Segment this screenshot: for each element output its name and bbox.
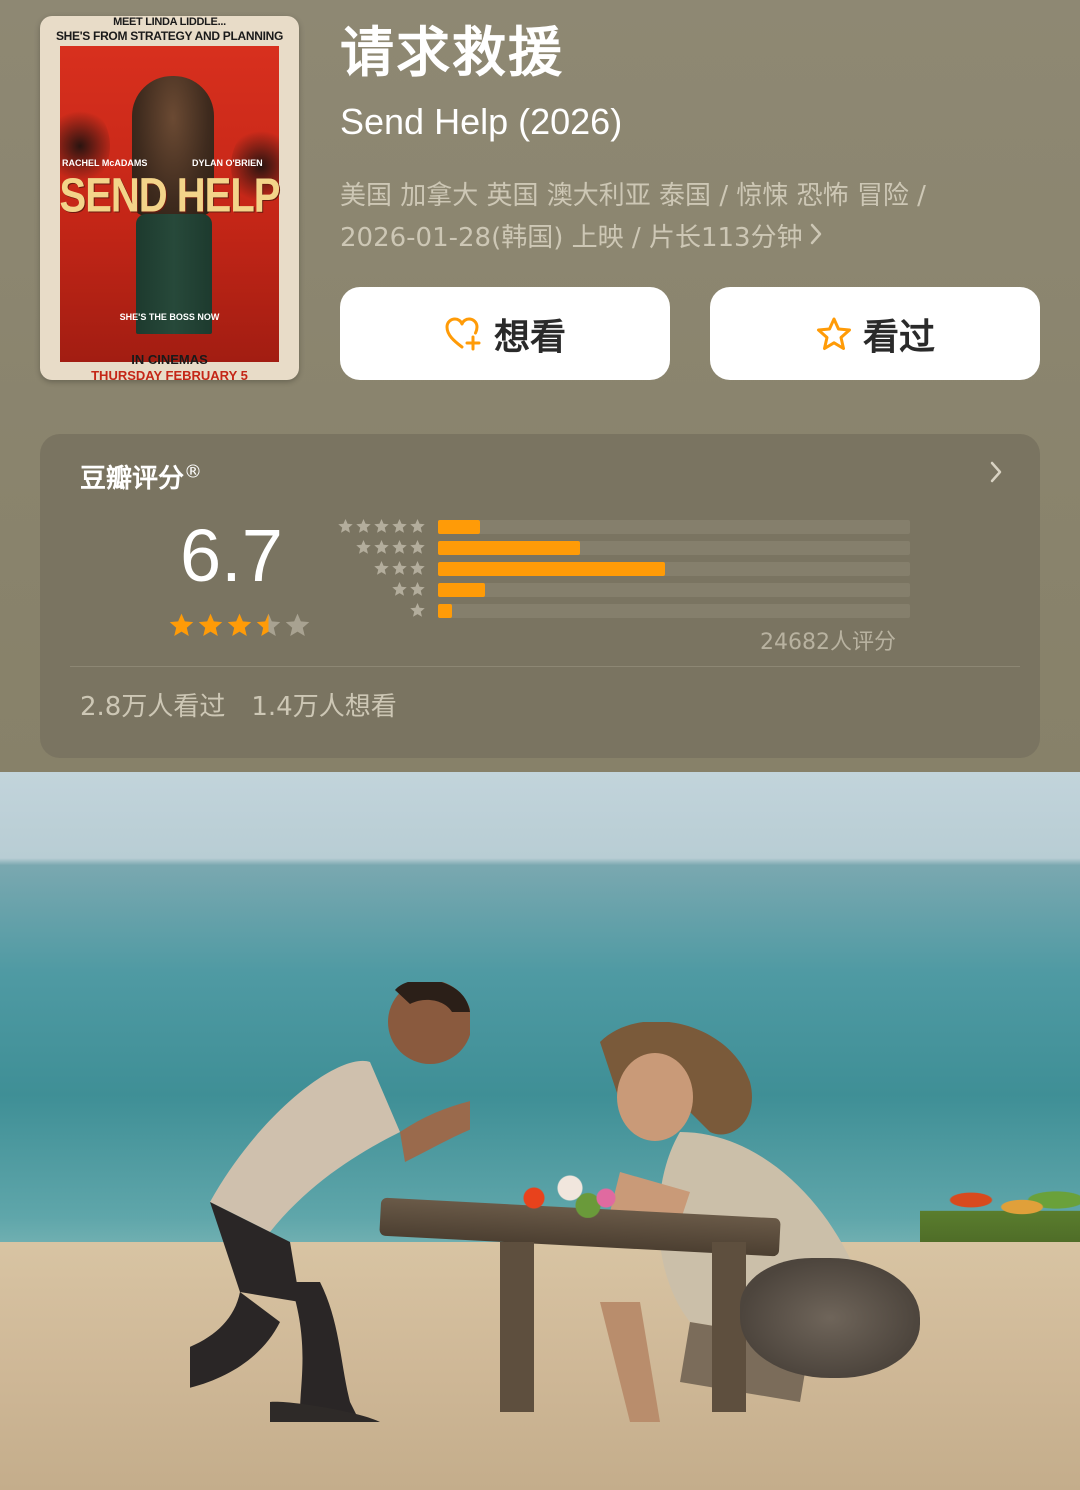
star-small-icon bbox=[392, 539, 407, 554]
rating-bar-track bbox=[438, 604, 910, 618]
star-filled-icon bbox=[169, 613, 194, 637]
watched-count[interactable]: 2.8万人看过 bbox=[80, 686, 225, 723]
want-count[interactable]: 1.4万人想看 bbox=[251, 686, 396, 723]
mini-stars bbox=[409, 602, 426, 618]
log-seat bbox=[740, 1258, 920, 1378]
poster-release-line-2: THURSDAY FEBRUARY 5 bbox=[91, 368, 248, 380]
audience-stats: 2.8万人看过 1.4万人想看 bbox=[80, 686, 397, 723]
rating-stars bbox=[168, 612, 311, 638]
rating-bar-fill bbox=[438, 583, 485, 597]
mini-stars bbox=[355, 539, 426, 555]
star-small-icon bbox=[374, 539, 389, 554]
star-small-icon bbox=[410, 518, 425, 533]
rating-row-2-star bbox=[332, 581, 912, 597]
poster-actor-1: RACHEL McADAMS bbox=[62, 158, 148, 168]
movie-title-cn: 请求救援 bbox=[340, 21, 564, 84]
rating-bar-track bbox=[438, 583, 910, 597]
movie-title-en: Send Help (2026) bbox=[340, 101, 623, 142]
want-to-watch-label: 想看 bbox=[493, 316, 566, 358]
star-half-icon bbox=[256, 613, 281, 637]
star-empty-icon bbox=[285, 613, 310, 637]
rating-bar-fill bbox=[438, 604, 452, 618]
star-small-icon bbox=[338, 518, 353, 533]
douban-rating-card[interactable]: 豆瓣评分® 6.7 24682人评分 2.8万人看过 1.4万人想看 bbox=[40, 434, 1040, 758]
fruit-platter bbox=[920, 1172, 1080, 1242]
rating-bar-fill bbox=[438, 541, 580, 555]
star-small-icon bbox=[410, 560, 425, 575]
poster-boss-line: SHE'S THE BOSS NOW bbox=[119, 312, 220, 322]
rating-row-5-star bbox=[332, 518, 912, 534]
rating-bar-track bbox=[438, 520, 910, 534]
rating-distribution bbox=[332, 518, 912, 628]
heart-plus-icon bbox=[444, 316, 484, 352]
mini-stars bbox=[391, 581, 426, 597]
star-outline-icon bbox=[815, 316, 853, 352]
rating-row-3-star bbox=[332, 560, 912, 576]
rating-title-text: 豆瓣评分 bbox=[80, 464, 185, 494]
divider bbox=[70, 666, 1020, 667]
star-filled-icon bbox=[198, 613, 223, 637]
star-small-icon bbox=[410, 539, 425, 554]
beach-sand bbox=[0, 1242, 1080, 1490]
watched-label: 看过 bbox=[862, 316, 935, 358]
star-filled-icon bbox=[227, 613, 252, 637]
star-small-icon bbox=[392, 581, 407, 596]
rating-bar-fill bbox=[438, 520, 480, 534]
rating-title: 豆瓣评分® bbox=[80, 458, 202, 495]
star-small-icon bbox=[356, 539, 371, 554]
rating-bar-fill bbox=[438, 562, 665, 576]
want-to-watch-button[interactable]: 想看 bbox=[340, 287, 670, 380]
table-leg bbox=[500, 1242, 534, 1412]
movie-meta-text: 2026-01-28(韩国) 上映 / 片长113分钟 bbox=[340, 223, 803, 253]
movie-still-photo[interactable] bbox=[0, 772, 1080, 1490]
star-small-icon bbox=[392, 518, 407, 533]
movie-meta-line-1[interactable]: 美国 加拿大 英国 澳大利亚 泰国 / 惊悚 恐怖 冒险 / bbox=[340, 176, 926, 216]
chevron-right-icon bbox=[809, 218, 823, 258]
star-small-icon bbox=[374, 518, 389, 533]
mini-stars bbox=[373, 560, 426, 576]
movie-poster[interactable]: MEET LINDA LIDDLE... SHE'S FROM STRATEGY… bbox=[40, 16, 299, 380]
poster-tagline-2: SHE'S FROM STRATEGY AND PLANNING bbox=[55, 29, 284, 43]
flower-arrangement bbox=[510, 1168, 630, 1218]
star-small-icon bbox=[374, 560, 389, 575]
watched-button[interactable]: 看过 bbox=[710, 287, 1040, 380]
movie-header: MEET LINDA LIDDLE... SHE'S FROM STRATEGY… bbox=[0, 0, 1080, 772]
chevron-right-icon[interactable] bbox=[988, 458, 1004, 493]
poster-tagline-1: MEET LINDA LIDDLE... bbox=[113, 16, 226, 28]
registered-mark: ® bbox=[184, 461, 203, 483]
mini-stars bbox=[337, 518, 426, 534]
star-small-icon bbox=[392, 560, 407, 575]
star-small-icon bbox=[410, 581, 425, 596]
star-small-icon bbox=[410, 602, 425, 617]
poster-title: SEND HELP bbox=[59, 169, 281, 223]
star-small-icon bbox=[356, 518, 371, 533]
poster-release-line-1: IN CINEMAS bbox=[131, 352, 208, 367]
rating-row-1-star bbox=[332, 602, 912, 618]
rating-row-4-star bbox=[332, 539, 912, 555]
poster-actor-2: DYLAN O'BRIEN bbox=[192, 158, 263, 168]
movie-meta-line-2[interactable]: 2026-01-28(韩国) 上映 / 片长113分钟 bbox=[340, 218, 823, 258]
rating-score: 6.7 bbox=[180, 514, 283, 597]
rating-count: 24682人评分 bbox=[760, 630, 896, 655]
